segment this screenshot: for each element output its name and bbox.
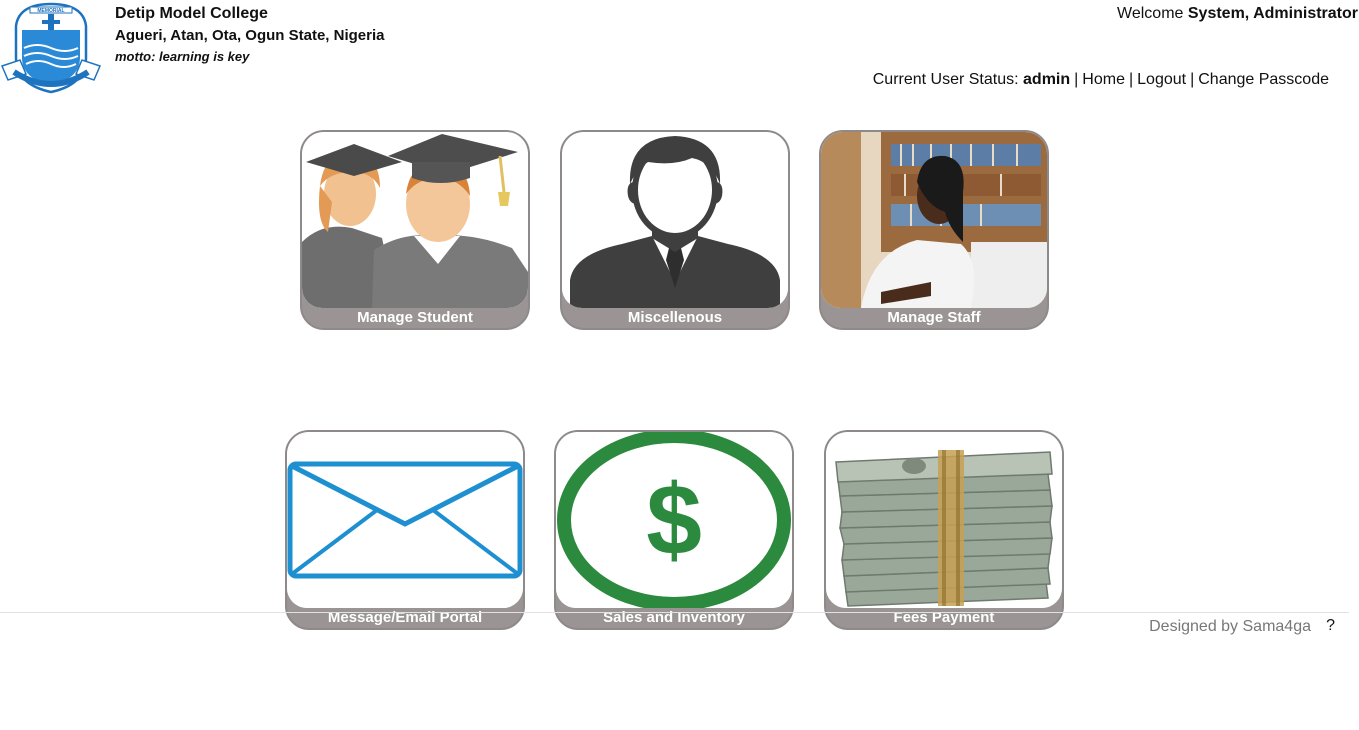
logout-link[interactable]: Logout: [1137, 71, 1186, 88]
school-logo: MEMORIAL: [0, 0, 102, 96]
help-link[interactable]: ?: [1326, 617, 1335, 635]
welcome-message: Welcome System, Administrator: [1117, 5, 1358, 23]
school-motto: motto: learning is key: [115, 49, 250, 64]
change-passcode-link[interactable]: Change Passcode: [1198, 71, 1329, 88]
dollar-circle-icon: $: [556, 432, 792, 608]
staff-photo-icon: [821, 132, 1047, 308]
message-email-portal-tile[interactable]: Message/Email Portal: [285, 430, 525, 630]
tile-label: Manage Staff: [887, 309, 981, 326]
manage-staff-tile[interactable]: Manage Staff: [819, 130, 1049, 330]
designed-by: Designed by Sama4ga: [1149, 618, 1311, 635]
money-stack-icon: [826, 432, 1062, 608]
miscellenous-tile[interactable]: Miscellenous: [560, 130, 790, 330]
footer-divider: [0, 612, 1349, 613]
tile-label: Fees Payment: [893, 609, 995, 626]
manage-student-tile[interactable]: Manage Student: [300, 130, 530, 330]
logo-text: MEMORIAL: [37, 8, 64, 14]
school-name: Detip Model College: [115, 5, 268, 22]
status-prefix: Current User Status:: [872, 71, 1024, 88]
separator: |: [1074, 71, 1079, 88]
user-name: System, Administrator: [1187, 5, 1358, 22]
tile-label: Sales and Inventory: [603, 609, 745, 626]
tile-label: Message/Email Portal: [327, 609, 483, 626]
user-status-bar: Current User Status: admin | Home | Logout | C…: [873, 71, 1329, 89]
welcome-prefix: Welcome: [1117, 5, 1188, 22]
user-status: admin: [1023, 71, 1071, 88]
separator: |: [1128, 71, 1134, 88]
person-silhouette-icon: [562, 132, 788, 308]
sales-and-inventory-tile[interactable]: $ Sales and Inventory: [554, 430, 794, 630]
graduates-icon: [302, 132, 528, 308]
tile-label: Manage Student: [357, 309, 473, 326]
svg-text:$: $: [646, 464, 702, 576]
fees-payment-tile[interactable]: Fees Payment: [824, 430, 1064, 630]
envelope-icon: [287, 432, 523, 608]
tile-label: Miscellenous: [627, 309, 723, 326]
separator: |: [1190, 71, 1195, 88]
home-link[interactable]: Home: [1082, 71, 1125, 88]
school-address: Agueri, Atan, Ota, Ogun State, Nigeria: [115, 27, 385, 44]
